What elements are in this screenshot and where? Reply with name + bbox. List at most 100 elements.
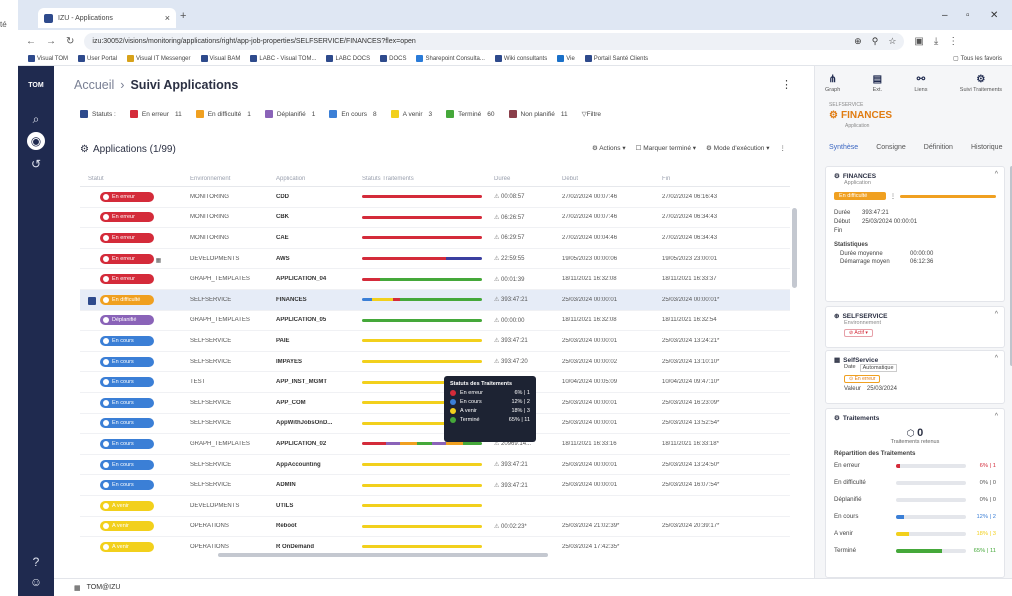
- download-icon[interactable]: ⤓: [934, 36, 938, 47]
- table-row[interactable]: En erreur MONITORING CAE ⚠ 06:29:57 27/02/20…: [80, 228, 790, 249]
- column-header-3[interactable]: Statuts Traitements: [362, 176, 494, 182]
- browser-tab[interactable]: IZU - Applications ×: [38, 8, 176, 28]
- panel-tool-graph[interactable]: ⋔ Graph: [825, 74, 840, 93]
- mark-done-button[interactable]: ☐ Marquer terminé ▾: [636, 144, 696, 152]
- table-vertical-scrollbar[interactable]: [792, 208, 797, 288]
- status-checkbox[interactable]: [129, 110, 138, 118]
- table-row[interactable]: En coursTESTAPP_INST_MGMT⚠ 09:41:4810/04…: [80, 372, 790, 393]
- status-checkbox[interactable]: [264, 110, 273, 118]
- user-icon[interactable]: ☺: [27, 573, 45, 591]
- bookmark-item[interactable]: Visual BAM: [200, 55, 240, 62]
- forward-icon[interactable]: →: [46, 36, 56, 47]
- new-tab-button[interactable]: +: [180, 10, 186, 22]
- panel-tool-ext[interactable]: ▤ Ext.: [873, 74, 882, 93]
- bookmark-item[interactable]: DOCS: [380, 55, 406, 62]
- status-filter-4[interactable]: A venir 3: [390, 110, 432, 118]
- column-header-5[interactable]: Début: [562, 176, 662, 182]
- minimize-icon[interactable]: –: [942, 10, 948, 21]
- sidepanel-icon[interactable]: ▣: [914, 36, 923, 47]
- status-checkbox[interactable]: [508, 110, 517, 118]
- bookmark-item[interactable]: Vie: [557, 55, 575, 62]
- bookmark-item[interactable]: LABC - Visual TOM...: [250, 55, 316, 62]
- monitor-icon[interactable]: ◉: [27, 132, 45, 150]
- status-checkbox[interactable]: [446, 110, 455, 118]
- panel-tool-jobs[interactable]: ⚙ Suivi Traitements: [960, 74, 1002, 93]
- collapse-icon[interactable]: ^: [995, 413, 998, 420]
- status-checkbox[interactable]: [329, 110, 338, 118]
- table-row[interactable]: Déplanifié GRAPH_TEMPLATES APPLICATION_05 ⚠…: [80, 311, 790, 332]
- env-active-badge[interactable]: ⊘ Actif ▾: [844, 329, 873, 337]
- bookmark-item[interactable]: Wiki consultants: [494, 55, 547, 62]
- exec-mode-button[interactable]: ⚙ Mode d'exécution ▾: [706, 144, 769, 152]
- restore-icon[interactable]: ▫: [966, 10, 970, 21]
- panel-tab-3[interactable]: Historique: [971, 144, 1003, 151]
- browser-menu-icon[interactable]: ⋮: [948, 36, 958, 47]
- table-row[interactable]: En difficulté SELFSERVICE FINANCES ⚠ 393:47…: [80, 289, 790, 311]
- row-checkbox[interactable]: [88, 296, 96, 305]
- table-row[interactable]: En erreur GRAPH_TEMPLATES APPLICATION_04 ⚠ …: [80, 269, 790, 290]
- select-all-checkbox[interactable]: [80, 110, 88, 118]
- status-filter-6[interactable]: Non planifié 11: [508, 110, 568, 118]
- status-filter-2[interactable]: Déplanifié 1: [264, 110, 315, 118]
- column-header-6[interactable]: Fin: [662, 176, 754, 182]
- panel-tab-1[interactable]: Consigne: [876, 144, 906, 151]
- status-filter-0[interactable]: En erreur 11: [129, 110, 182, 118]
- status-filter-5[interactable]: Terminé 60: [446, 110, 495, 118]
- bookmark-item[interactable]: Visual IT Messenger: [127, 55, 191, 62]
- table-row[interactable]: En coursSELFSERVICEAppWithJobsOnD...⚠ 39…: [80, 414, 790, 435]
- actions-button[interactable]: ⚙ Actions ▾: [592, 144, 626, 152]
- collapse-icon[interactable]: ^: [995, 171, 998, 178]
- reload-icon[interactable]: ↻: [66, 36, 74, 47]
- filter-button[interactable]: ▽ Filtre: [582, 110, 601, 119]
- panel-tool-link[interactable]: ⚯ Liens: [914, 74, 927, 93]
- bookmark-item[interactable]: Portail Santé Clients: [584, 55, 648, 62]
- status-dot-icon: [103, 399, 109, 406]
- table-row[interactable]: En erreur MONITORING CDD ⚠ 00:08:57 27/02/20…: [80, 187, 790, 208]
- extension-icon[interactable]: ⊕: [854, 36, 862, 47]
- status-checkbox[interactable]: [195, 110, 204, 118]
- table-row[interactable]: En coursSELFSERVICEAPP_COM⚠ 393:47:2125/…: [80, 393, 790, 414]
- start-cell: 25/03/2024 00:00:01: [562, 420, 618, 427]
- table-row[interactable]: En cours SELFSERVICE AppAccounting ⚠ 393:47…: [80, 455, 790, 476]
- breadcrumb-home[interactable]: Accueil: [74, 78, 114, 92]
- panel-tab-2[interactable]: Définition: [924, 144, 953, 151]
- table-row[interactable]: En erreur ▦ DEVELOPMENTS AWS ⚠ 22:59:55 19/0…: [80, 249, 790, 270]
- status-filter-1[interactable]: En difficulté 1: [195, 110, 251, 118]
- status-filter-3[interactable]: En cours 8: [329, 110, 377, 118]
- history-icon[interactable]: ↺: [27, 155, 45, 173]
- column-header-0[interactable]: Statut: [80, 176, 190, 182]
- search-icon[interactable]: ⌕: [27, 110, 45, 128]
- table-row[interactable]: A venir DEVELOPMENTS UTILS: [80, 496, 790, 517]
- panel-tab-0[interactable]: Synthèse: [829, 144, 858, 151]
- column-header-1[interactable]: Environnement: [190, 176, 276, 182]
- bookmark-item[interactable]: Visual TOM: [28, 55, 68, 62]
- close-tab-icon[interactable]: ×: [165, 13, 170, 23]
- column-header-2[interactable]: Application: [276, 176, 362, 182]
- table-row[interactable]: En cours GRAPH_TEMPLATES APPLICATION_02 ⚠ 2…: [80, 434, 790, 455]
- table-row[interactable]: En cours SELFSERVICE ADMIN ⚠ 393:47:21 25/03…: [80, 475, 790, 496]
- application-cell: CDD: [276, 194, 362, 200]
- table-row[interactable]: A venir OPERATIONS Reboot ⚠ 00:02:23* 25/03/…: [80, 517, 790, 538]
- table-row[interactable]: En erreur MONITORING CBK ⚠ 06:26:57 27/02/20…: [80, 208, 790, 229]
- back-icon[interactable]: ←: [26, 36, 36, 47]
- table-row[interactable]: En cours SELFSERVICE PAIE ⚠ 393:47:21 25/03/…: [80, 331, 790, 352]
- status-checkbox[interactable]: [390, 110, 399, 118]
- bookmark-item[interactable]: LABC DOCS: [326, 55, 370, 62]
- close-window-icon[interactable]: ✕: [990, 10, 998, 21]
- all-bookmarks[interactable]: ▢ Tous les favoris: [953, 55, 1002, 63]
- star-icon[interactable]: ☆: [888, 36, 896, 47]
- zoom-icon[interactable]: ⚲: [872, 36, 879, 47]
- bookmark-item[interactable]: Sharepoint Consulta...: [416, 55, 485, 62]
- page-menu-icon[interactable]: ⋮: [781, 78, 792, 91]
- cube-icon: ⬡: [906, 428, 918, 438]
- collapse-icon[interactable]: ^: [995, 355, 998, 362]
- bookmark-item[interactable]: User Portal: [78, 55, 117, 62]
- table-menu-icon[interactable]: ⋮: [780, 144, 787, 152]
- help-icon[interactable]: ?: [27, 553, 45, 571]
- table-row[interactable]: En cours SELFSERVICE IMPAYES ⚠ 393:47:20 25/…: [80, 352, 790, 373]
- app-card-menu-icon[interactable]: ⋮: [890, 193, 896, 200]
- collapse-icon[interactable]: ^: [995, 311, 998, 318]
- table-horizontal-scrollbar[interactable]: [218, 553, 548, 557]
- column-header-4[interactable]: Durée: [494, 176, 562, 182]
- url-field[interactable]: izu:30052/visions/monitoring/application…: [84, 32, 905, 50]
